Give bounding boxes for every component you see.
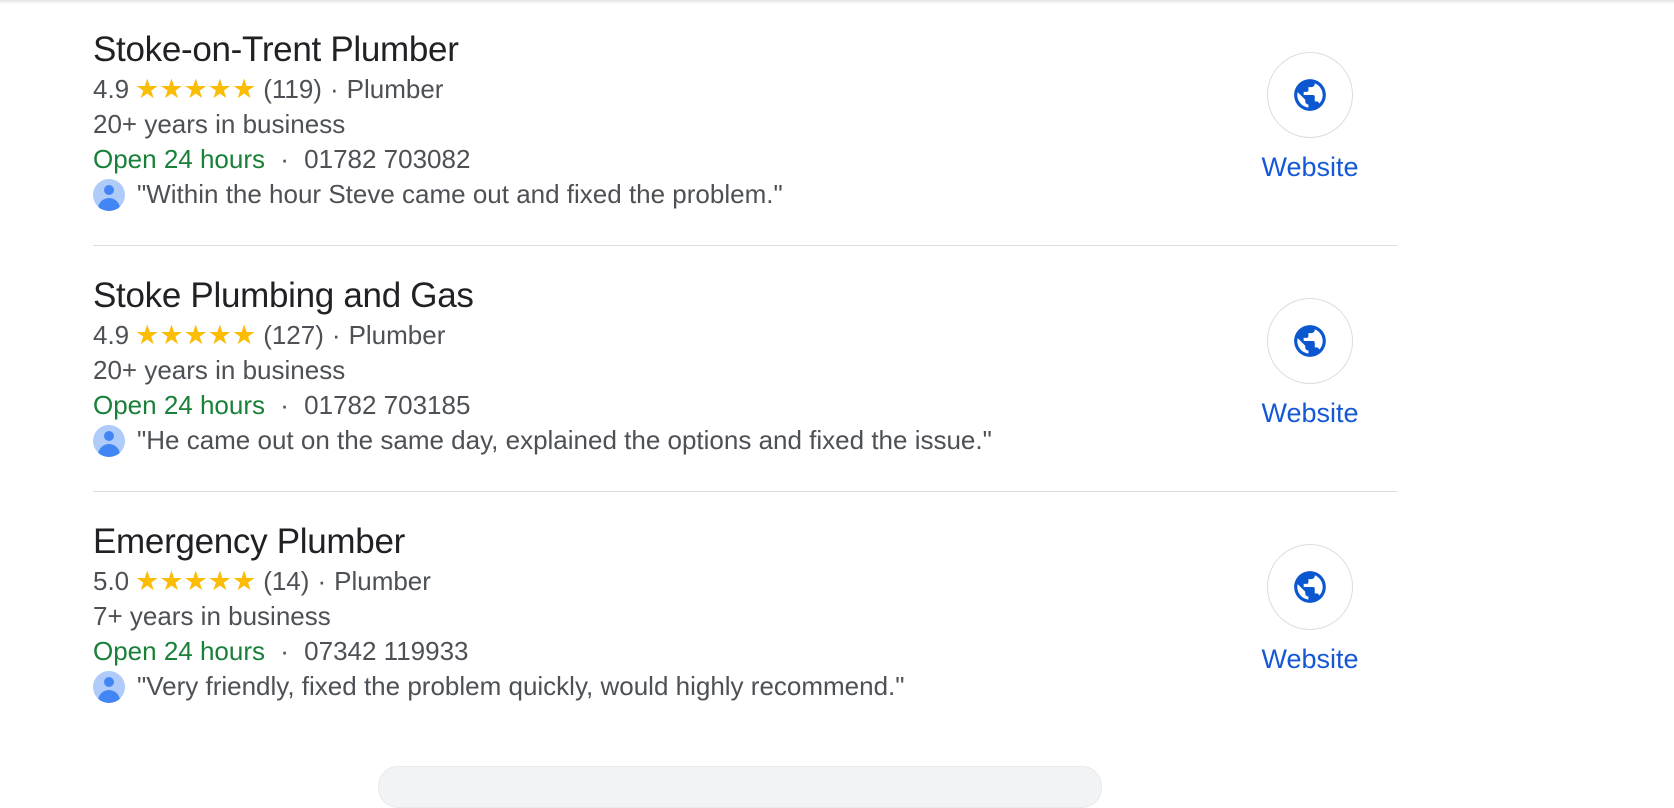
website-button[interactable]: Website bbox=[1250, 52, 1370, 184]
business-category: Plumber bbox=[346, 74, 444, 104]
years-in-business: 20+ years in business bbox=[93, 109, 346, 139]
star-rating-icon: ★★★★★ bbox=[135, 320, 257, 351]
separator: · bbox=[280, 636, 289, 666]
open-status: Open 24 hours bbox=[93, 144, 266, 174]
listing-info: Emergency Plumber 5.0 ★★★★★ (14) · Plumb… bbox=[93, 520, 905, 704]
separator: · bbox=[280, 390, 289, 420]
avatar-icon bbox=[93, 178, 125, 211]
phone-number[interactable]: 07342 119933 bbox=[304, 636, 468, 666]
open-status: Open 24 hours bbox=[93, 390, 266, 420]
review-snippet-row: "Very friendly, fixed the problem quickl… bbox=[93, 669, 905, 704]
rating-row: 4.9 ★★★★★ (127) · Plumber bbox=[93, 318, 992, 353]
business-category: Plumber bbox=[348, 320, 446, 350]
rating-value: 5.0 bbox=[93, 566, 130, 596]
website-icon-circle[interactable] bbox=[1267, 544, 1353, 630]
review-snippet-row: "Within the hour Steve came out and fixe… bbox=[93, 177, 783, 212]
separator: · bbox=[331, 320, 341, 350]
business-name[interactable]: Emergency Plumber bbox=[93, 520, 905, 564]
website-button[interactable]: Website bbox=[1250, 544, 1370, 676]
listing-info: Stoke-on-Trent Plumber 4.9 ★★★★★ (119) ·… bbox=[93, 28, 783, 212]
phone-number[interactable]: 01782 703185 bbox=[304, 390, 470, 420]
open-status: Open 24 hours bbox=[93, 636, 266, 666]
website-icon-circle[interactable] bbox=[1267, 298, 1353, 384]
review-snippet: "Very friendly, fixed the problem quickl… bbox=[137, 671, 905, 701]
avatar-icon bbox=[93, 670, 125, 703]
rating-value: 4.9 bbox=[93, 74, 130, 104]
review-count[interactable]: (119) bbox=[263, 72, 322, 107]
website-button[interactable]: Website bbox=[1250, 298, 1370, 430]
years-in-business: 20+ years in business bbox=[93, 355, 346, 385]
business-listing[interactable]: Emergency Plumber 5.0 ★★★★★ (14) · Plumb… bbox=[93, 492, 1397, 738]
review-count[interactable]: (127) bbox=[263, 318, 324, 353]
review-snippet-row: "He came out on the same day, explained … bbox=[93, 423, 992, 458]
avatar-icon bbox=[93, 424, 125, 457]
separator: · bbox=[317, 566, 327, 596]
hours-phone-row: Open 24 hours · 07342 119933 bbox=[93, 634, 905, 669]
local-results-list: Stoke-on-Trent Plumber 4.9 ★★★★★ (119) ·… bbox=[93, 0, 1397, 738]
business-name[interactable]: Stoke Plumbing and Gas bbox=[93, 274, 992, 318]
years-in-business: 7+ years in business bbox=[93, 601, 331, 631]
rating-row: 5.0 ★★★★★ (14) · Plumber bbox=[93, 564, 905, 599]
globe-icon bbox=[1294, 571, 1326, 603]
phone-number[interactable]: 01782 703082 bbox=[304, 144, 470, 174]
business-listing[interactable]: Stoke-on-Trent Plumber 4.9 ★★★★★ (119) ·… bbox=[93, 0, 1397, 246]
review-snippet: "Within the hour Steve came out and fixe… bbox=[137, 179, 783, 209]
business-name[interactable]: Stoke-on-Trent Plumber bbox=[93, 28, 783, 72]
separator: · bbox=[329, 74, 339, 104]
website-label[interactable]: Website bbox=[1250, 396, 1370, 430]
separator: · bbox=[280, 144, 289, 174]
hours-phone-row: Open 24 hours · 01782 703082 bbox=[93, 142, 783, 177]
rating-value: 4.9 bbox=[93, 320, 130, 350]
business-listing[interactable]: Stoke Plumbing and Gas 4.9 ★★★★★ (127) ·… bbox=[93, 246, 1397, 492]
website-label[interactable]: Website bbox=[1250, 642, 1370, 676]
rating-row: 4.9 ★★★★★ (119) · Plumber bbox=[93, 72, 783, 107]
more-businesses-button[interactable] bbox=[378, 766, 1102, 808]
star-rating-icon: ★★★★★ bbox=[135, 74, 257, 105]
review-snippet: "He came out on the same day, explained … bbox=[137, 425, 992, 455]
globe-icon bbox=[1294, 325, 1326, 357]
globe-icon bbox=[1294, 79, 1326, 111]
hours-phone-row: Open 24 hours · 01782 703185 bbox=[93, 388, 992, 423]
listing-info: Stoke Plumbing and Gas 4.9 ★★★★★ (127) ·… bbox=[93, 274, 992, 458]
business-category: Plumber bbox=[334, 566, 431, 596]
review-count[interactable]: (14) bbox=[263, 564, 309, 599]
website-label[interactable]: Website bbox=[1250, 150, 1370, 184]
website-icon-circle[interactable] bbox=[1267, 52, 1353, 138]
star-rating-icon: ★★★★★ bbox=[135, 566, 257, 597]
